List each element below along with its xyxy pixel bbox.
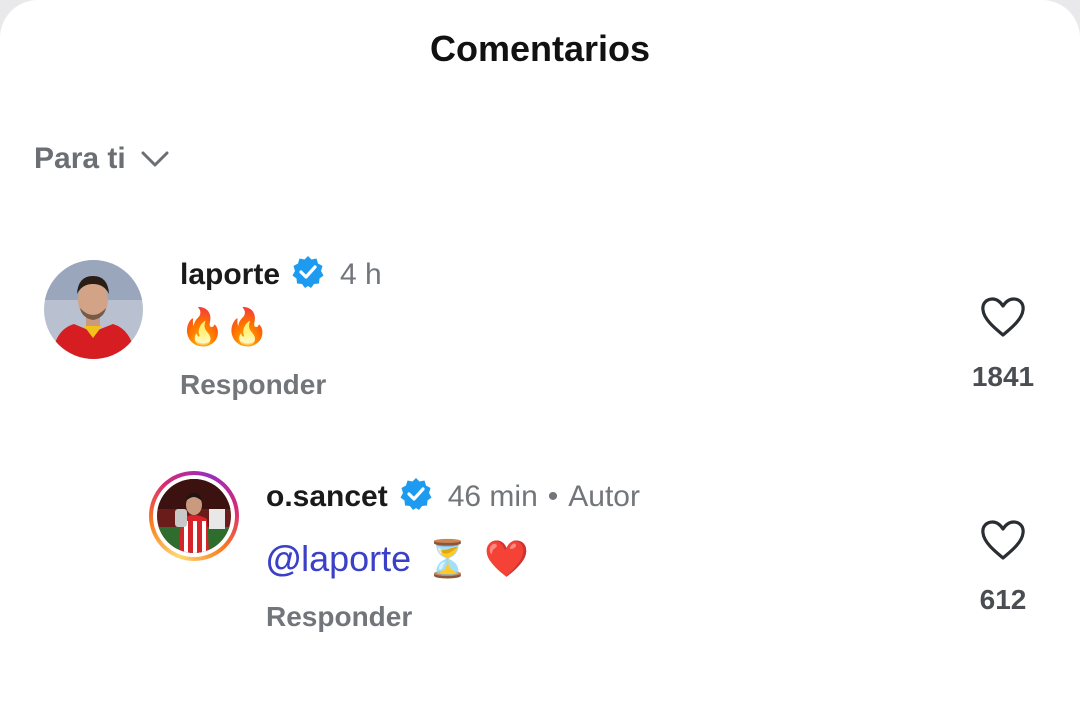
verified-badge-icon	[398, 476, 434, 517]
comment-header: o.sancet 46 min • Autor	[266, 476, 640, 517]
like-control: 612	[958, 519, 1048, 616]
like-count: 612	[979, 584, 1027, 615]
hourglass-emoji: ⏳	[425, 538, 471, 579]
sort-selector[interactable]: Para ti	[34, 142, 170, 176]
avatar[interactable]	[44, 260, 143, 359]
sheet-title: Comentarios	[429, 28, 651, 69]
reply-button[interactable]: Responder	[266, 601, 412, 633]
like-control: 1841	[958, 296, 1048, 393]
author-badge: Autor	[568, 479, 640, 513]
comment-header: laporte 4 h	[180, 254, 382, 295]
comment-username[interactable]: o.sancet	[266, 480, 388, 514]
heart-outline-icon[interactable]	[958, 519, 1048, 566]
comments-sheet: Comentarios Para ti laporte 4 h 🔥🔥 Respo…	[0, 0, 1080, 704]
chevron-down-icon	[140, 149, 170, 169]
comment-time: 46 min	[447, 479, 538, 513]
avatar-story-ring[interactable]	[149, 471, 239, 561]
verified-badge-icon	[290, 254, 326, 295]
comment-text: @ laporte ⏳ ❤️	[266, 538, 529, 580]
comment-text: 🔥🔥	[180, 306, 270, 347]
avatar	[157, 479, 231, 553]
reply-button[interactable]: Responder	[180, 369, 326, 401]
sort-label: Para ti	[34, 142, 126, 175]
mention-link[interactable]: @ laporte	[266, 538, 411, 580]
like-count: 1841	[971, 361, 1035, 392]
comment-time: 4 h	[340, 257, 382, 291]
heart-outline-icon[interactable]	[958, 296, 1048, 343]
separator-dot: •	[547, 479, 559, 513]
comment-username[interactable]: laporte	[180, 258, 280, 292]
heart-emoji: ❤️	[484, 538, 529, 579]
mention-username: laporte	[301, 538, 412, 579]
threads-at-icon: @	[266, 538, 302, 579]
